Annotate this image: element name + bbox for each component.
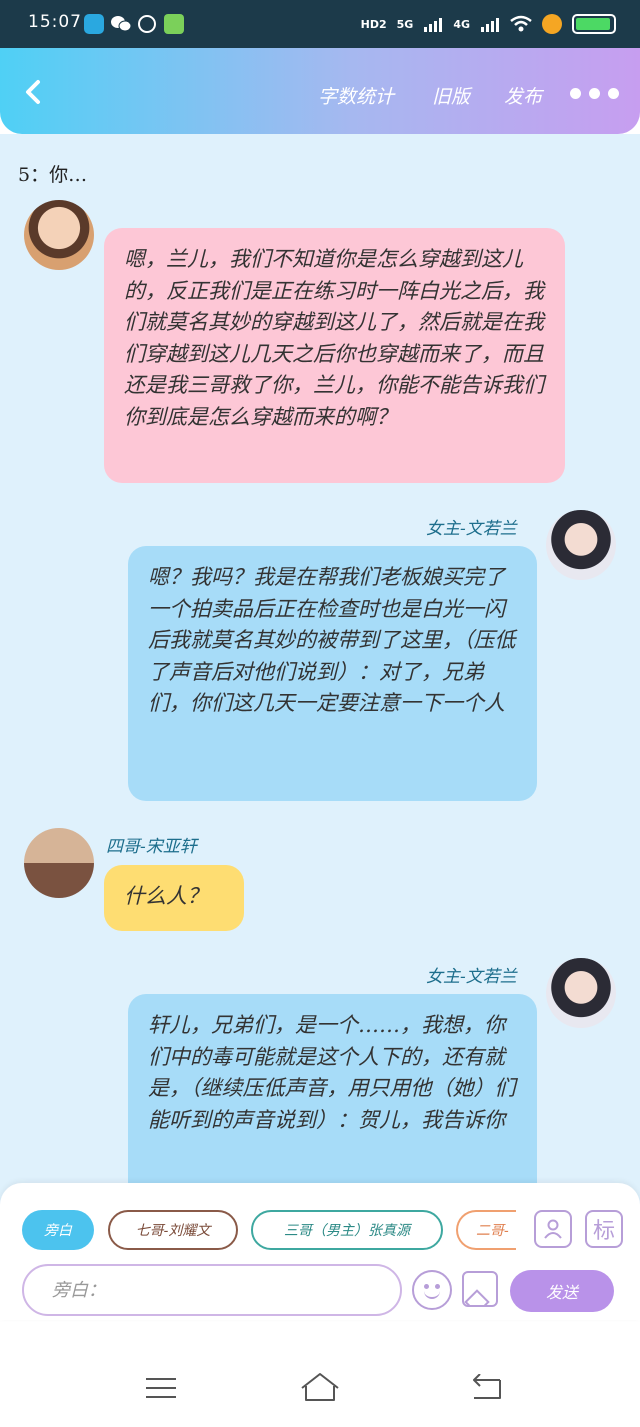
publish-button[interactable]: 发布 bbox=[504, 82, 542, 109]
app-tv-icon bbox=[164, 14, 184, 34]
back-icon[interactable] bbox=[470, 1374, 504, 1402]
hd-label: HD2 bbox=[360, 17, 387, 31]
role-chip-third-brother[interactable]: 三哥（男主）张真源 bbox=[251, 1210, 443, 1250]
status-indicators: HD2 5G 4G bbox=[361, 12, 616, 36]
chat-preview-line: 5：你… bbox=[18, 164, 88, 186]
status-bar: 15:07 HD2 5G 4G bbox=[0, 0, 640, 48]
home-icon[interactable] bbox=[300, 1372, 340, 1402]
app-kk-icon bbox=[138, 15, 156, 33]
avatar[interactable] bbox=[24, 200, 94, 270]
role-chip-narrator[interactable]: 旁白 bbox=[22, 1210, 94, 1250]
sender-name: 女主-文若兰 bbox=[426, 967, 517, 987]
avatar[interactable] bbox=[546, 510, 616, 580]
signal-bars-icon bbox=[424, 18, 443, 32]
sender-name: 女主-文若兰 bbox=[426, 519, 517, 539]
message-input[interactable] bbox=[22, 1264, 402, 1316]
system-nav-bar bbox=[0, 1352, 640, 1427]
role-manage-icon[interactable] bbox=[534, 1210, 572, 1248]
chat-area[interactable]: 5：你… 嗯，兰儿，我们不知道你是怎么穿越到这儿的，反正我们是正在练习时一阵白光… bbox=[0, 134, 640, 1320]
back-arrow-icon[interactable] bbox=[20, 78, 48, 106]
sender-name: 四哥-宋亚轩 bbox=[106, 837, 197, 857]
top-header: 字数统计 旧版 发布 bbox=[0, 48, 640, 134]
signal-4g-label: 4G bbox=[453, 17, 470, 31]
battery-icon bbox=[572, 14, 616, 34]
mark-button[interactable]: 标 bbox=[585, 1210, 623, 1248]
word-stats-button[interactable]: 字数统计 bbox=[318, 82, 394, 109]
wifi-icon bbox=[510, 15, 532, 32]
old-version-button[interactable]: 旧版 bbox=[432, 82, 470, 109]
app-k-icon bbox=[84, 14, 104, 34]
status-time: 15:07 bbox=[28, 12, 82, 32]
message-bubble[interactable]: 嗯？我吗？我是在帮我们老板娘买完了一个拍卖品后正在检查时也是白光一闪后我就莫名其… bbox=[128, 546, 537, 801]
message-bubble[interactable]: 嗯，兰儿，我们不知道你是怎么穿越到这儿的，反正我们是正在练习时一阵白光之后，我们… bbox=[104, 228, 565, 483]
signal-bars-icon bbox=[481, 18, 499, 32]
avatar[interactable] bbox=[24, 828, 94, 898]
emoji-icon[interactable] bbox=[412, 1270, 452, 1310]
image-icon[interactable] bbox=[462, 1271, 498, 1307]
message-bubble[interactable]: 什么人？ bbox=[104, 865, 244, 931]
menu-icon[interactable] bbox=[146, 1378, 176, 1405]
role-chip-seventh-brother[interactable]: 七哥-刘耀文 bbox=[108, 1210, 238, 1250]
wechat-icon bbox=[110, 14, 132, 34]
avatar[interactable] bbox=[546, 958, 616, 1028]
charging-bolt-icon bbox=[542, 14, 562, 34]
signal-5g-label: 5G bbox=[396, 17, 414, 31]
more-options-button[interactable] bbox=[570, 88, 619, 99]
role-chip-second-brother[interactable]: 二哥- bbox=[456, 1210, 516, 1250]
send-button[interactable]: 发送 bbox=[510, 1270, 614, 1312]
input-panel: 旁白 七哥-刘耀文 三哥（男主）张真源 二哥- 标 发送 bbox=[0, 1183, 640, 1320]
